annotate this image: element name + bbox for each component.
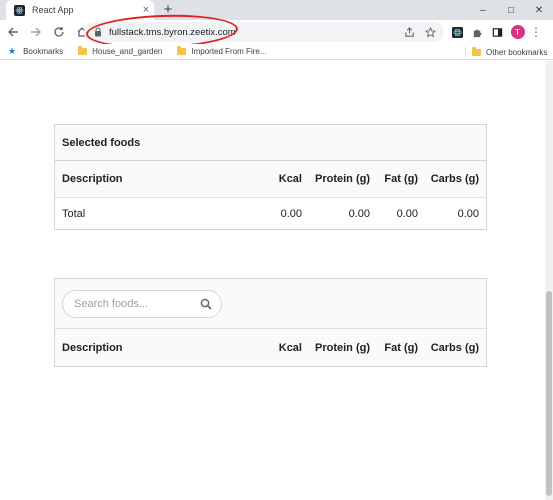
folder-icon [177,46,187,55]
column-header-kcal[interactable]: Kcal [255,173,302,185]
side-panel-icon[interactable] [489,24,506,41]
address-bar[interactable]: fullstack.tms.byron.zeetix.com [84,22,444,42]
tab-title: React App [32,5,74,15]
folder-icon [472,46,481,56]
browser-menu-icon[interactable]: ⋮ [529,25,543,39]
back-button[interactable] [3,22,23,42]
total-fat: 0.00 [396,207,418,220]
food-search-box[interactable] [62,289,222,318]
arrow-right-icon [31,27,41,37]
selected-foods-table: Selected foods Description Kcal Protein … [54,124,487,230]
star-icon: ★ [8,46,17,56]
bookmark-label: House_and_garden [92,47,163,56]
bookmarks-label: Bookmarks [23,47,64,56]
reload-icon [54,27,64,37]
window-controls: – □ ✕ [469,0,553,20]
page-scrollbar[interactable] [545,61,553,500]
column-header-description[interactable]: Description [55,173,255,185]
avatar: T [510,25,525,39]
total-row: Total 0.00 0.00 0.00 0.00 [55,198,486,229]
arrow-left-icon [8,27,18,37]
extensions-puzzle-icon[interactable] [469,24,486,41]
bookmark-folder-imported[interactable]: Imported From Fire... [177,46,267,56]
total-kcal: 0.00 [280,207,302,220]
column-header-protein[interactable]: Protein (g) [302,342,370,354]
column-header-protein[interactable]: Protein (g) [302,173,370,185]
share-icon[interactable] [402,25,416,39]
food-search-input[interactable] [74,297,194,310]
bookmark-star-icon[interactable] [423,25,437,39]
total-carbs: 0.00 [457,207,479,220]
total-protein: 0.00 [348,207,370,220]
browser-tab[interactable]: React App × [6,0,154,20]
column-header-carbs[interactable]: Carbs (g) [418,342,479,354]
profile-avatar[interactable]: T [509,24,526,41]
url-text[interactable]: fullstack.tms.byron.zeetix.com [109,27,402,38]
bookmarks-button[interactable]: ★ Bookmarks [0,46,63,57]
close-window-button[interactable]: ✕ [525,0,553,20]
minimize-button[interactable]: – [469,0,497,20]
selected-foods-header-row: Description Kcal Protein (g) Fat (g) Car… [55,161,486,198]
extensions-area: T ⋮ [449,22,543,42]
reload-button[interactable] [49,22,69,42]
search-icon [200,298,212,310]
forward-button[interactable] [26,22,46,42]
browser-toolbar: fullstack.tms.byron.zeetix.com T ⋮ [0,20,553,44]
react-devtools-icon[interactable] [449,24,466,41]
bookmark-label: Imported From Fire... [191,47,267,56]
other-bookmarks-label: Other bookmarks [486,47,548,57]
food-search-table: Description Kcal Protein (g) Fat (g) Car… [54,278,487,367]
tab-close-icon[interactable]: × [138,4,154,16]
maximize-button[interactable]: □ [497,0,525,20]
column-header-carbs[interactable]: Carbs (g) [418,173,479,185]
bookmarks-bar: ★ Bookmarks House_and_garden Imported Fr… [0,44,553,60]
column-header-kcal[interactable]: Kcal [255,342,302,354]
new-tab-button[interactable]: + [160,2,176,18]
lock-icon[interactable] [94,27,102,37]
page-content: Selected foods Description Kcal Protein … [0,61,545,500]
column-header-fat[interactable]: Fat (g) [370,342,418,354]
folder-icon [78,46,88,55]
other-bookmarks-folder[interactable]: Other bookmarks [472,44,547,60]
selected-foods-title: Selected foods [55,125,486,161]
food-search-header-row: Description Kcal Protein (g) Fat (g) Car… [55,329,486,366]
total-label: Total [62,207,86,220]
bookmark-folder-house-and-garden[interactable]: House_and_garden [78,46,163,56]
bookmarks-divider [465,47,466,57]
column-header-fat[interactable]: Fat (g) [370,173,418,185]
food-search-row [55,279,486,329]
tab-strip: React App × + – □ ✕ [0,0,553,20]
scrollbar-thumb[interactable] [546,291,552,496]
column-header-description[interactable]: Description [55,342,255,354]
react-icon [14,4,25,16]
